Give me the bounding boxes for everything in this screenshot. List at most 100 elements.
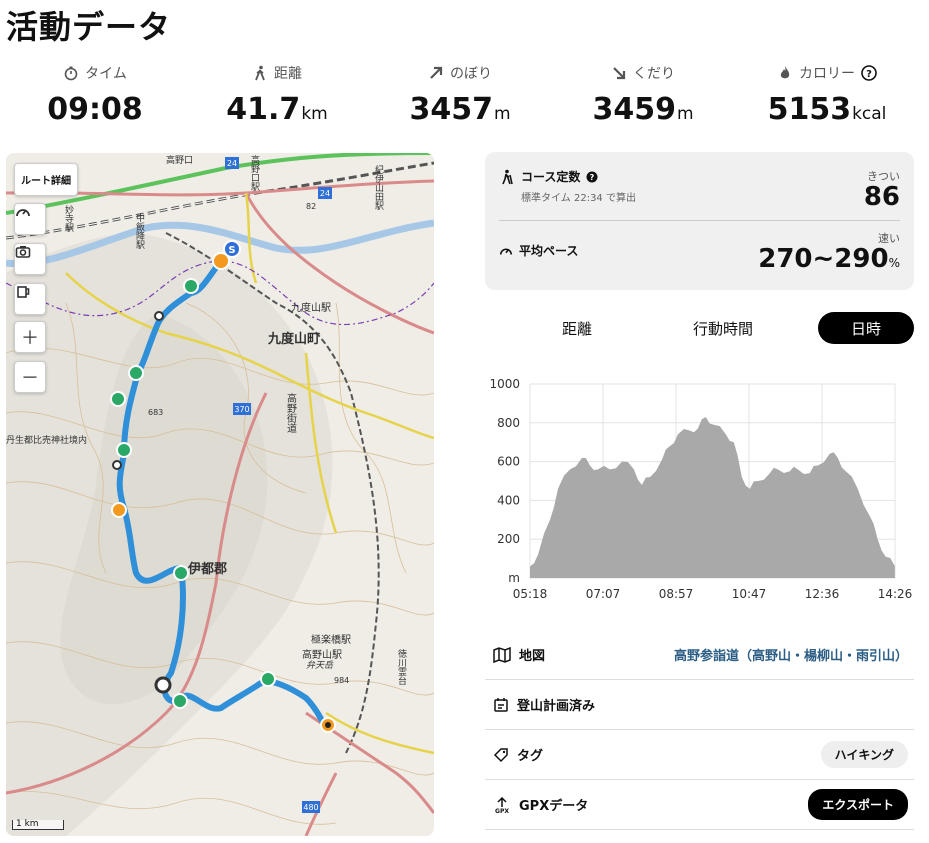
stat-label: カロリー [799, 66, 855, 82]
map-row[interactable]: 地図 高野参詣道（高野山・楊柳山・雨引山） [485, 630, 914, 680]
map-link[interactable]: 高野参詣道（高野山・楊柳山・雨引山） [674, 645, 908, 664]
pace-value: 270~290 [758, 244, 889, 274]
map-label-station: 九度山駅 [291, 301, 331, 314]
route-map[interactable]: S 24 24 370 480 九度山町 九度山駅 伊都郡 極楽橋駅 高野山駅 … [6, 153, 434, 836]
map-label-station: 妙寺駅 [63, 204, 74, 233]
walker-icon [255, 65, 265, 81]
stat-unit: m [493, 104, 511, 124]
tab-datetime[interactable]: 日時 [818, 312, 914, 344]
map-label-route-24b: 24 [320, 189, 330, 198]
map-label-tokugawa: 徳川霊台 [396, 648, 407, 686]
svg-text:?: ? [866, 69, 872, 80]
page-title: 活動データ [6, 8, 172, 46]
stat-ascent: のぼり 3457m [370, 60, 550, 127]
plan-row[interactable]: 登山計画済み [485, 680, 914, 730]
chart-axis-tabs: 距離 行動時間 日時 [485, 312, 914, 344]
stat-descent: くだり 3459m [553, 60, 733, 127]
map-icon [493, 646, 511, 663]
course-summary: コース定数 ? 標準タイム 22:34 で算出 きつい 86 平均ペース 速い … [485, 152, 914, 290]
map-label-station: 極楽橋駅 [311, 633, 351, 646]
stat-value: 09:08 [47, 92, 143, 127]
stat-value: 5153 [767, 92, 852, 127]
map-label-route-24a: 24 [227, 159, 237, 168]
stat-unit: km [301, 104, 328, 124]
x-tick-label: 08:57 [659, 587, 694, 601]
arrow-up-right-icon [430, 66, 443, 79]
activity-detail-list: 地図 高野参詣道（高野山・楊柳山・雨引山） 登山計画済み タグ ハイキング GP… [485, 630, 914, 830]
map-label-town: 九度山町 [267, 331, 320, 347]
stat-distance: 距離 41.7km [187, 60, 367, 127]
gpx-export-icon: GPX [495, 796, 509, 813]
x-tick-label: 14:26 [878, 587, 913, 601]
x-tick-label: 07:07 [586, 587, 621, 601]
map-label-elev: 683 [148, 408, 163, 417]
stopwatch-icon [64, 66, 78, 81]
zoom-in-icon[interactable]: ＋ [14, 321, 46, 353]
x-tick-label: 10:47 [732, 587, 767, 601]
elevation-area [530, 417, 895, 578]
stat-value: 3459 [592, 92, 676, 127]
map-canvas[interactable]: S 24 24 370 480 九度山町 九度山駅 伊都郡 極楽橋駅 高野山駅 … [6, 153, 434, 836]
map-scale: 1 km [12, 820, 64, 830]
stat-label: くだり [633, 66, 675, 82]
help-icon[interactable]: ? [586, 171, 598, 183]
x-tick-label: 12:36 [805, 587, 840, 601]
activity-stats: タイム 09:08 距離 41.7km のぼり 3457m くだり 3459m … [0, 60, 929, 140]
svg-text:S: S [228, 245, 235, 256]
stat-unit: kcal [852, 104, 887, 124]
y-axis-unit: m [508, 571, 520, 585]
map-label-koyaguchi: 高野口 [166, 154, 193, 166]
tab-moving-time[interactable]: 行動時間 [675, 312, 771, 344]
pace-row: 平均ペース 速い 270~290% [499, 230, 900, 274]
export-button[interactable]: エクスポート [808, 789, 908, 820]
tab-distance[interactable]: 距離 [529, 312, 625, 344]
tag-row[interactable]: タグ ハイキング [485, 730, 914, 780]
row-label: GPXデータ [519, 799, 589, 814]
y-tick-label: 1000 [489, 377, 520, 391]
stat-value: 3457 [409, 92, 493, 127]
speedometer-icon[interactable] [14, 203, 46, 235]
map-label-station: 高野口駅 [249, 154, 260, 192]
svg-text:GPX: GPX [495, 808, 509, 813]
cup-icon[interactable] [14, 283, 46, 315]
stat-time: タイム 09:08 [5, 60, 185, 127]
map-label-peak: 弁天岳 [306, 660, 334, 671]
stat-label: 距離 [274, 66, 302, 82]
zoom-out-icon[interactable]: － [14, 361, 46, 393]
tag-pill[interactable]: ハイキング [820, 741, 908, 768]
map-label-koyasan: 高野山駅 [302, 648, 342, 661]
speedometer-icon [499, 248, 513, 255]
course-constant-row: コース定数 ? 標準タイム 22:34 で算出 きつい 86 [499, 168, 900, 212]
arrow-down-right-icon [613, 67, 626, 80]
map-label-station: 紀伊山田駅 [373, 164, 384, 211]
map-label-route-480: 480 [303, 803, 318, 812]
calendar-icon [494, 697, 508, 712]
row-label: タグ [517, 749, 544, 764]
y-tick-label: 400 [497, 493, 520, 507]
divider [499, 220, 900, 221]
stat-unit: m [676, 104, 694, 124]
map-label-elev: 82 [306, 202, 316, 211]
map-label-road: 高野街道 [285, 392, 297, 433]
row-label: 登山計画済み [517, 699, 596, 714]
tag-icon [493, 747, 508, 762]
course-constant-label: コース定数 [521, 170, 581, 184]
help-icon[interactable]: ? [861, 65, 877, 81]
pace-unit: % [888, 256, 900, 270]
stat-label: タイム [85, 66, 127, 82]
stat-label: のぼり [450, 66, 492, 82]
map-label-station: 中飯降駅 [134, 212, 145, 250]
y-tick-label: 800 [497, 416, 520, 430]
camera-icon[interactable] [14, 243, 46, 275]
route-detail-button[interactable]: ルート詳細 [14, 163, 78, 196]
map-label-shrine: 丹生都比売神社境内 [6, 434, 87, 446]
y-tick-label: 600 [497, 455, 520, 469]
elevation-chart[interactable]: 200 400 600 800 1000 m 05:18 07:07 08:57 10:47 12… [485, 370, 914, 610]
row-label: 地図 [519, 649, 546, 664]
difficulty-value: 86 [863, 182, 900, 212]
map-label-district: 伊都郡 [187, 561, 227, 577]
stat-value: 41.7 [226, 92, 301, 127]
flame-icon [780, 66, 790, 79]
y-tick-label: 200 [497, 532, 520, 546]
gpx-row: GPX GPXデータ エクスポート [485, 780, 914, 830]
